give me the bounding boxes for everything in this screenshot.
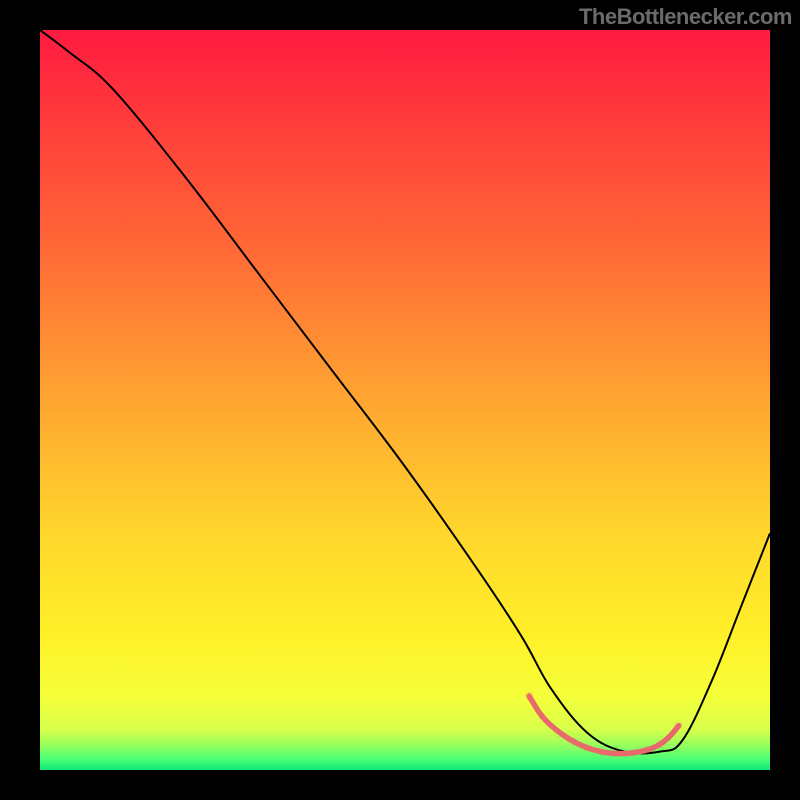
chart-curves (40, 30, 770, 770)
chart-container: TheBottlenecker.com (0, 0, 800, 800)
watermark-text: TheBottlenecker.com (579, 4, 792, 30)
plot-area (40, 30, 770, 770)
bottleneck-curve (40, 30, 770, 754)
